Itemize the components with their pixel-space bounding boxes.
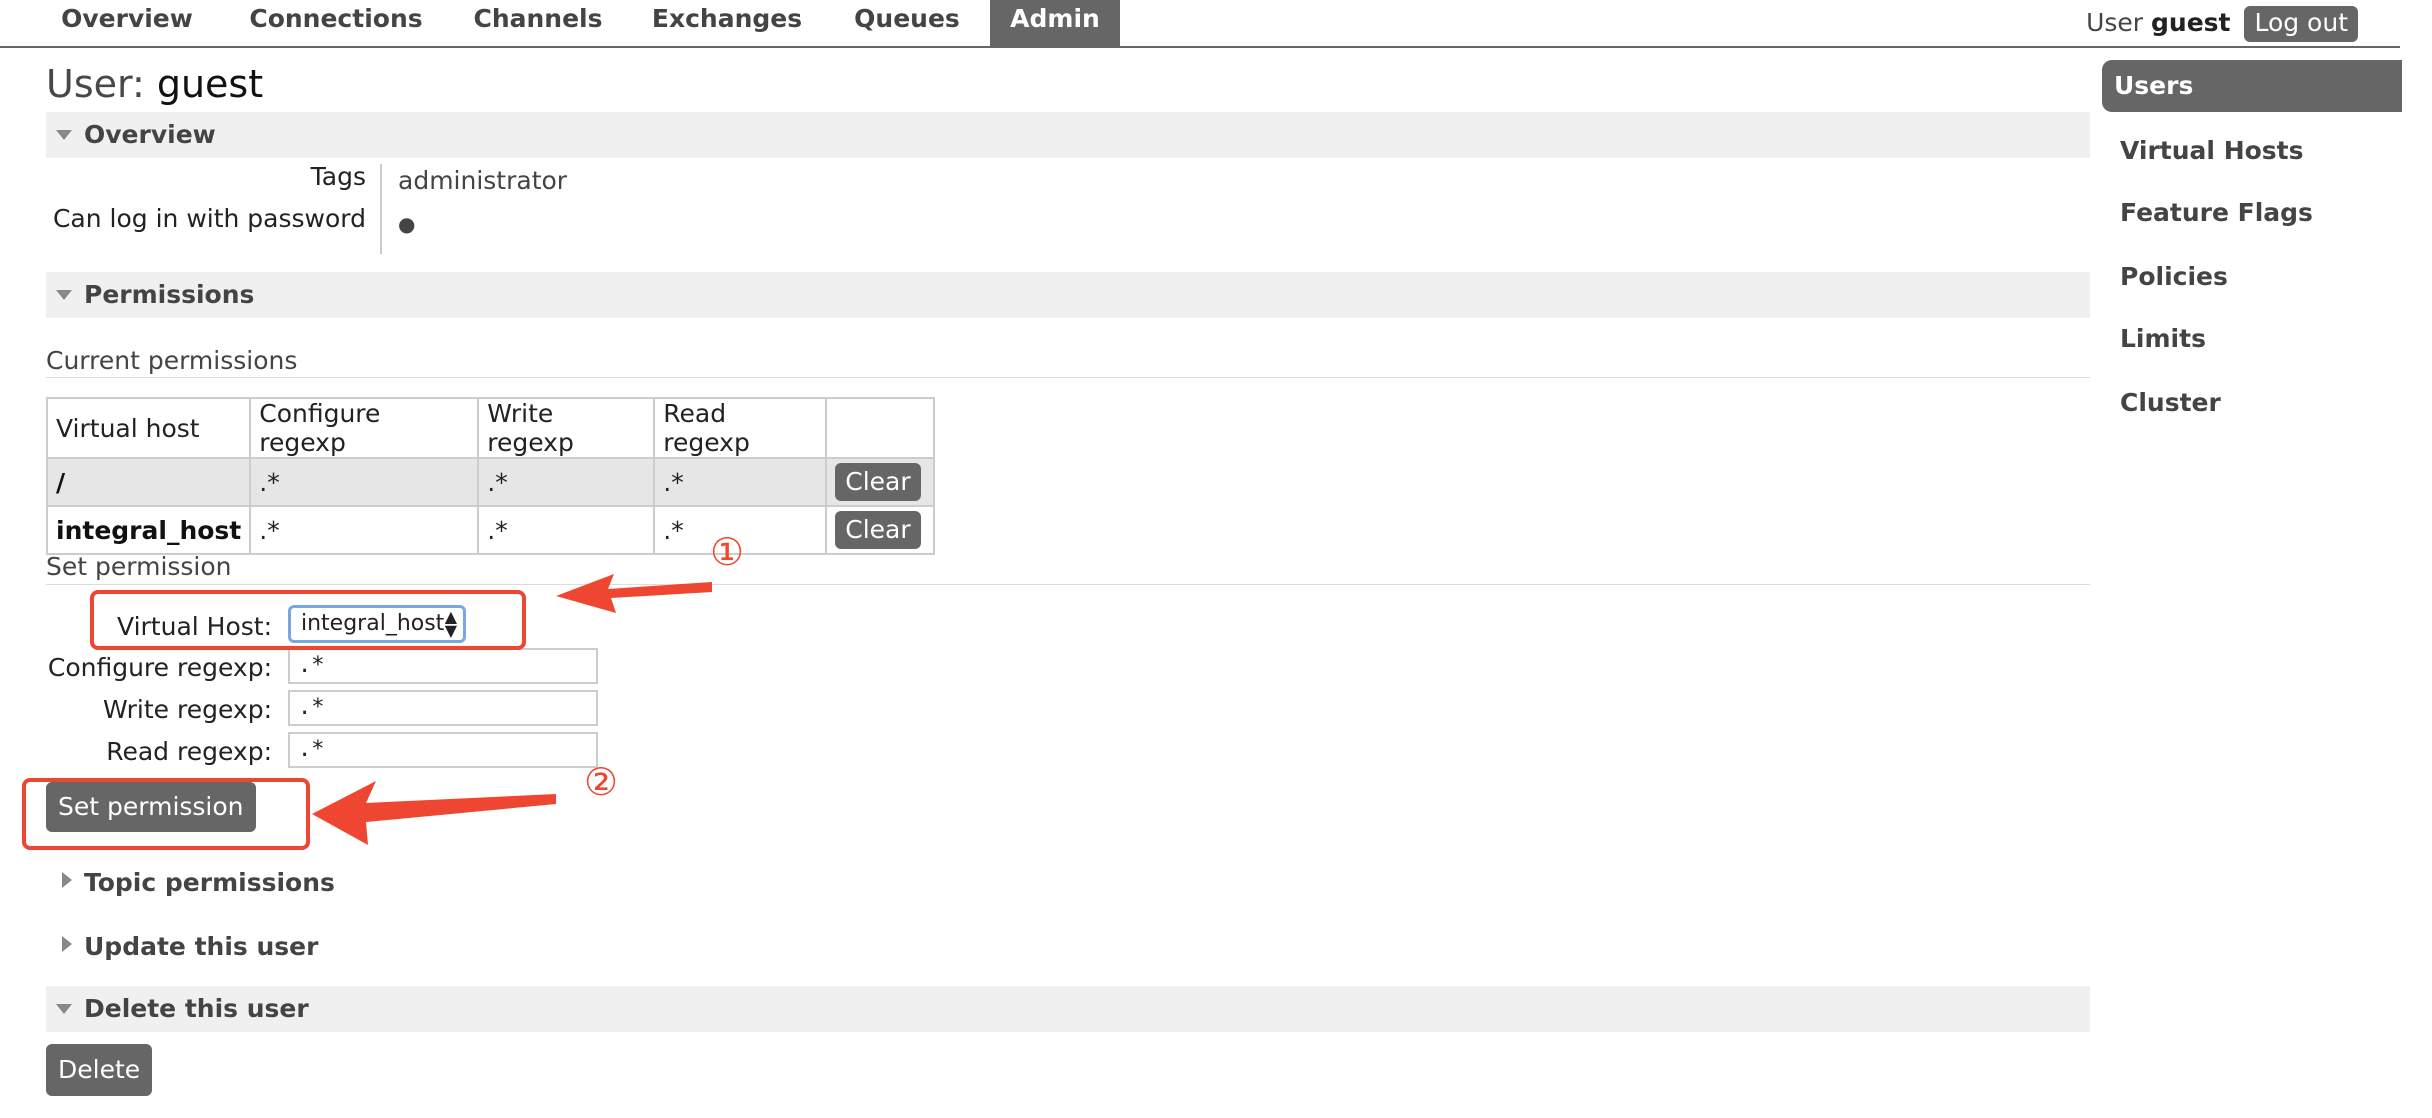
arrow-icon (312, 781, 556, 845)
annotation-arrows (312, 574, 712, 845)
arrow-icon (556, 574, 712, 613)
